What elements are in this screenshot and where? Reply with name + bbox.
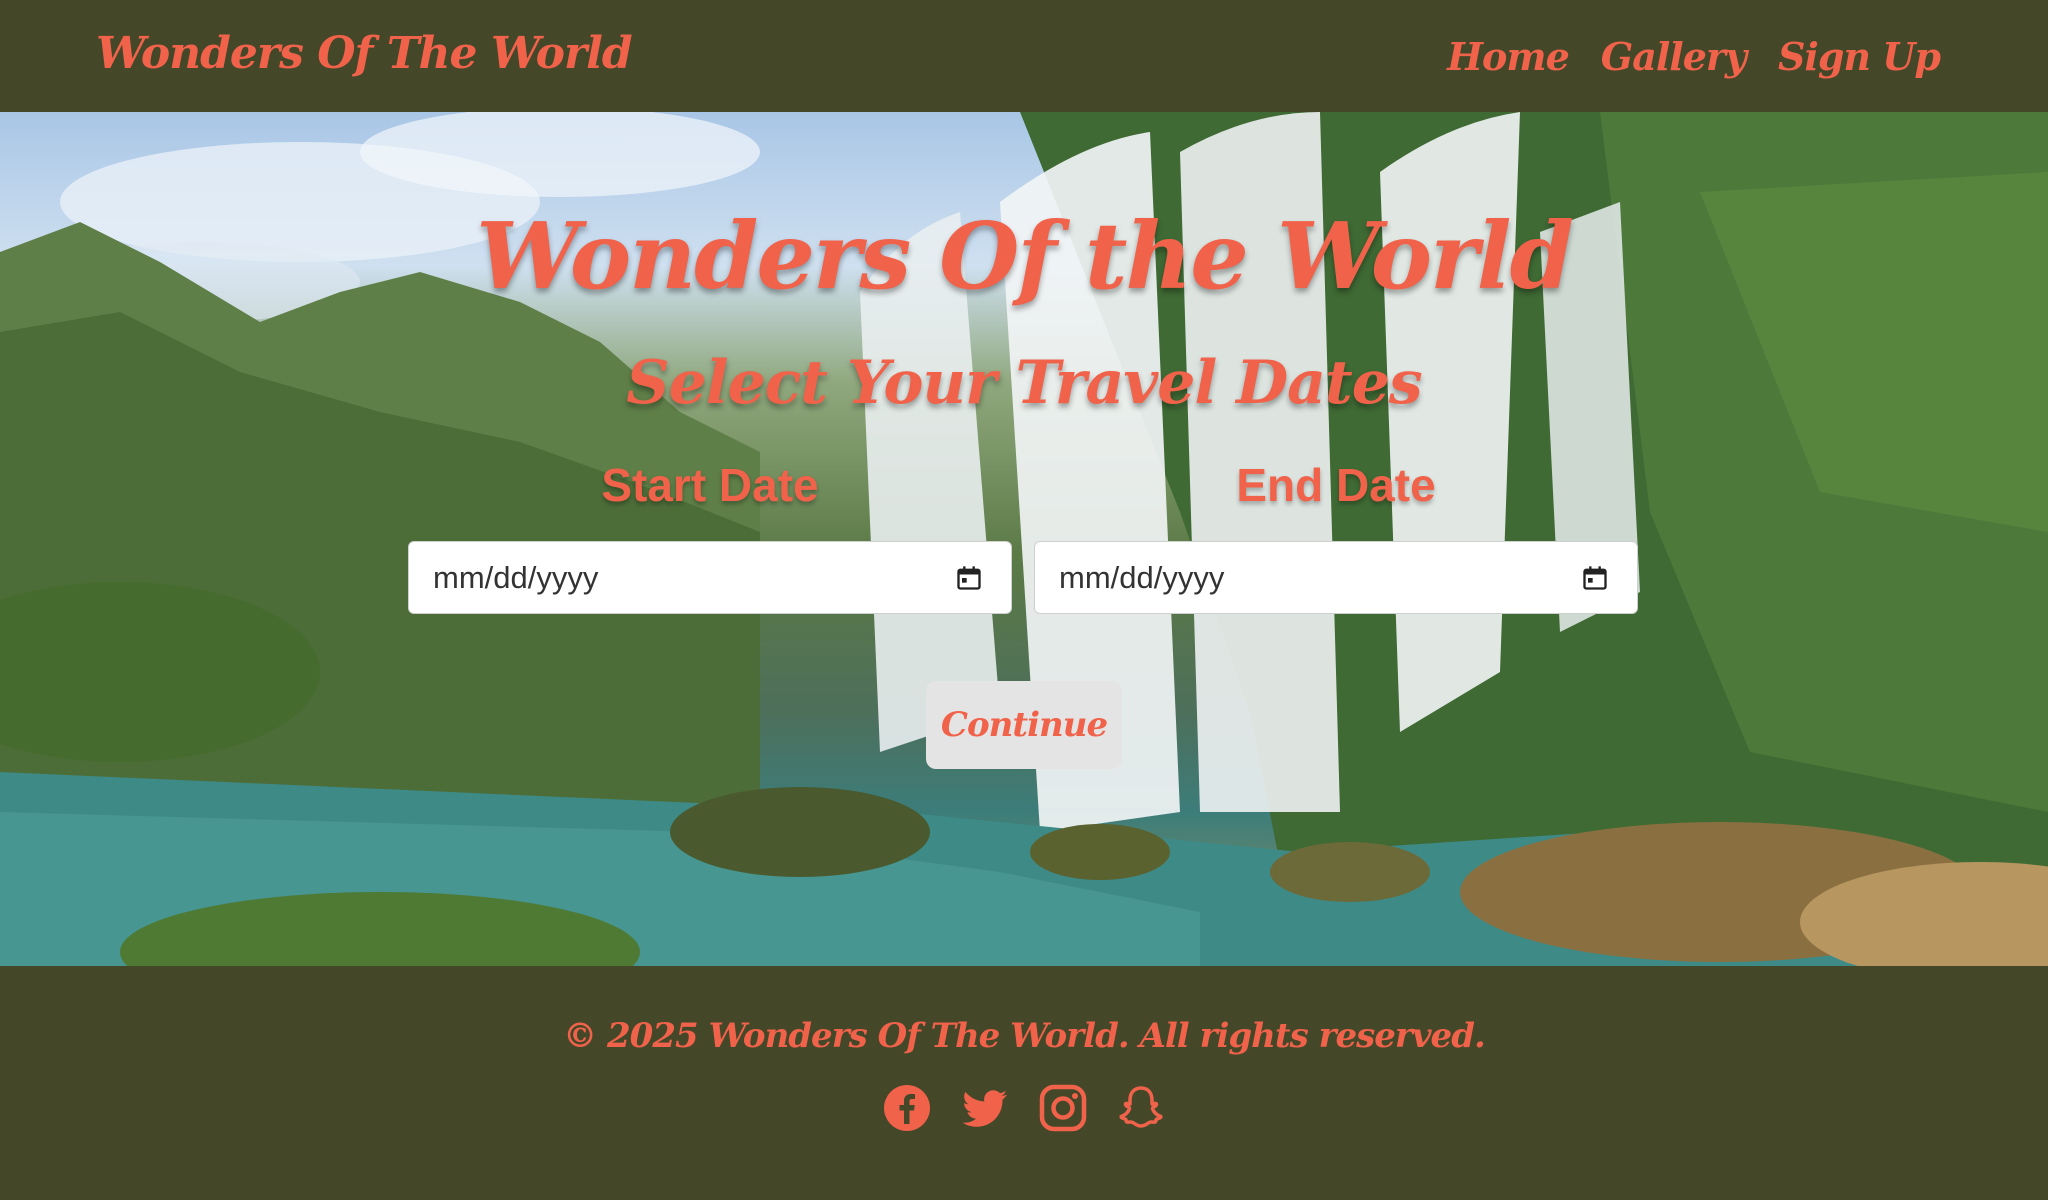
- calendar-icon[interactable]: [1581, 564, 1609, 592]
- brand-logo-text[interactable]: Wonders Of The World: [96, 28, 633, 79]
- twitter-icon[interactable]: [961, 1084, 1009, 1132]
- hero-section: Wonders Of the World Select Your Travel …: [0, 112, 2048, 966]
- calendar-icon[interactable]: [955, 564, 983, 592]
- end-date-field[interactable]: [1034, 541, 1638, 614]
- end-date-input[interactable]: [1059, 542, 1559, 613]
- end-date-label: End Date: [1236, 459, 1436, 511]
- start-date-label: Start Date: [601, 459, 819, 511]
- nav-home-link[interactable]: Home: [1447, 34, 1570, 79]
- facebook-icon[interactable]: [883, 1084, 931, 1132]
- nav-gallery-link[interactable]: Gallery: [1601, 34, 1747, 79]
- copyright-text: © 2025 Wonders Of The World. All rights …: [563, 1016, 1486, 1056]
- hero-title: Wonders Of the World: [476, 202, 1574, 310]
- nav-signup-link[interactable]: Sign Up: [1778, 34, 1941, 79]
- social-links: [0, 1084, 2048, 1132]
- start-date-field[interactable]: [408, 541, 1012, 614]
- snapchat-icon[interactable]: [1117, 1084, 1165, 1132]
- site-header: Wonders Of The World Home Gallery Sign U…: [0, 0, 2048, 112]
- hero-subtitle: Select Your Travel Dates: [626, 348, 1422, 418]
- instagram-icon[interactable]: [1039, 1084, 1087, 1132]
- start-date-input[interactable]: [433, 542, 933, 613]
- main-nav: Home Gallery Sign Up: [1447, 34, 1941, 79]
- continue-button[interactable]: Continue: [926, 681, 1122, 769]
- site-footer: © 2025 Wonders Of The World. All rights …: [0, 966, 2048, 1200]
